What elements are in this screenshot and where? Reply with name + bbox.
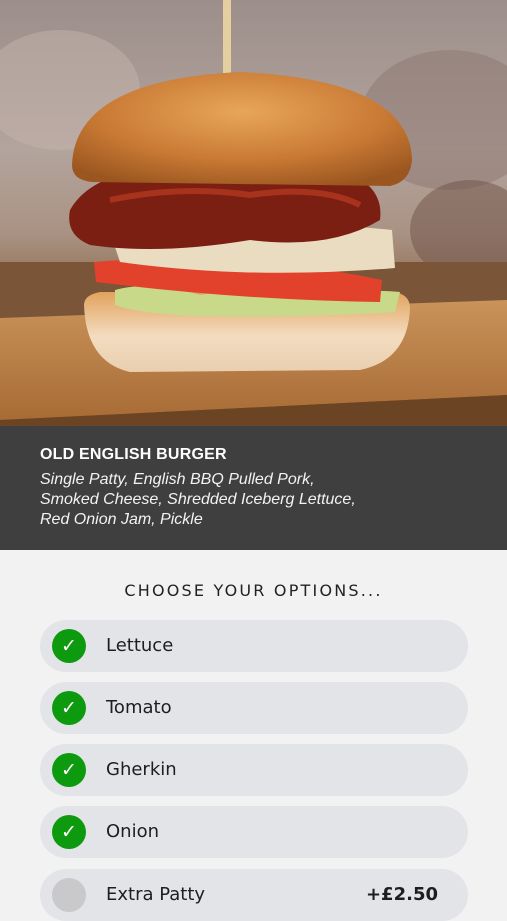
product-description: Single Patty, English BBQ Pulled Pork, S… [40, 471, 356, 528]
product-info-panel: OLD ENGLISH BURGER Single Patty, English… [0, 426, 507, 550]
unchecked-circle-icon[interactable] [52, 878, 86, 912]
checkmark-icon[interactable]: ✓ [52, 753, 86, 787]
option-label: Extra Patty [106, 884, 206, 905]
product-title: OLD ENGLISH BURGER [40, 446, 227, 463]
option-extra-patty[interactable]: Extra Patty +£2.50 [40, 869, 468, 921]
burger-illustration [0, 0, 507, 426]
option-label: Tomato [106, 697, 172, 718]
options-section: CHOOSE YOUR OPTIONS... ✓ Lettuce ✓ Tomat… [0, 550, 507, 921]
option-tomato[interactable]: ✓ Tomato [40, 682, 468, 734]
option-onion[interactable]: ✓ Onion [40, 806, 468, 858]
option-price: +£2.50 [365, 884, 438, 905]
option-lettuce[interactable]: ✓ Lettuce [40, 620, 468, 672]
checkmark-icon[interactable]: ✓ [52, 815, 86, 849]
checkmark-icon[interactable]: ✓ [52, 629, 86, 663]
option-label: Gherkin [106, 759, 177, 780]
option-label: Onion [106, 821, 159, 842]
checkmark-icon[interactable]: ✓ [52, 691, 86, 725]
options-heading: CHOOSE YOUR OPTIONS... [124, 581, 383, 600]
option-label: Lettuce [106, 635, 174, 656]
option-gherkin[interactable]: ✓ Gherkin [40, 744, 468, 796]
product-photo [0, 0, 507, 426]
